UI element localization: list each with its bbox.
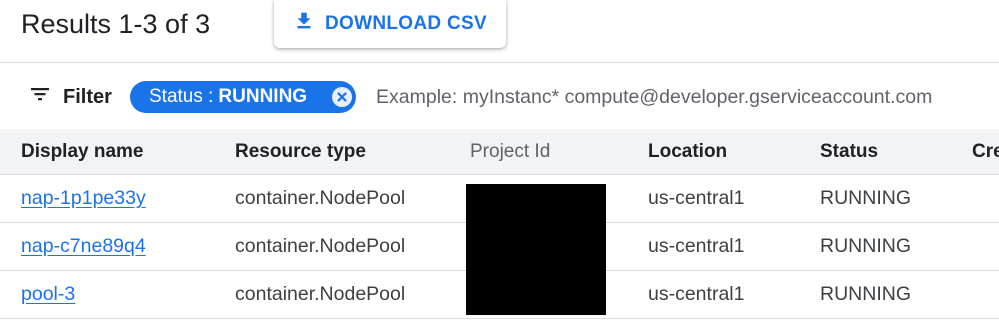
column-header-project-id[interactable]: Project Id (470, 141, 550, 163)
filter-input[interactable] (376, 82, 991, 112)
status-cell: RUNNING (820, 235, 911, 257)
location-cell: us-central1 (648, 235, 745, 257)
chip-key: Status : (149, 86, 214, 107)
column-header-created[interactable]: Cre (972, 141, 999, 163)
status-filter-chip[interactable]: Status : RUNNING (130, 81, 356, 113)
filter-label: Filter (63, 85, 112, 108)
status-cell: RUNNING (820, 187, 911, 209)
resource-type-cell: container.NodePool (235, 283, 406, 305)
column-header-status[interactable]: Status (820, 141, 878, 163)
chip-value: RUNNING (218, 86, 308, 107)
chip-close-icon[interactable] (332, 87, 352, 107)
status-cell: RUNNING (820, 283, 911, 305)
location-cell: us-central1 (648, 187, 745, 209)
filter-bar: Filter Status : RUNNING (0, 62, 999, 128)
table-header: Display name Resource type Project Id Lo… (0, 129, 999, 175)
column-header-location[interactable]: Location (648, 141, 727, 163)
display-name-link[interactable]: nap-c7ne89q4 (21, 235, 146, 258)
display-name-link[interactable]: nap-1p1pe33y (21, 187, 146, 210)
resource-type-cell: container.NodePool (235, 235, 406, 257)
display-name-link[interactable]: pool-3 (21, 283, 75, 306)
download-csv-label: DOWNLOAD CSV (325, 13, 487, 34)
resource-type-cell: container.NodePool (235, 187, 406, 209)
column-header-display-name[interactable]: Display name (21, 141, 144, 163)
filter-button[interactable]: Filter (28, 82, 112, 112)
project-id-redaction (466, 184, 606, 315)
location-cell: us-central1 (648, 283, 745, 305)
filter-list-icon (28, 82, 52, 112)
download-icon (293, 10, 315, 38)
download-csv-button[interactable]: DOWNLOAD CSV (274, 0, 506, 48)
column-header-resource-type[interactable]: Resource type (235, 141, 366, 163)
results-title: Results 1-3 of 3 (21, 9, 211, 39)
